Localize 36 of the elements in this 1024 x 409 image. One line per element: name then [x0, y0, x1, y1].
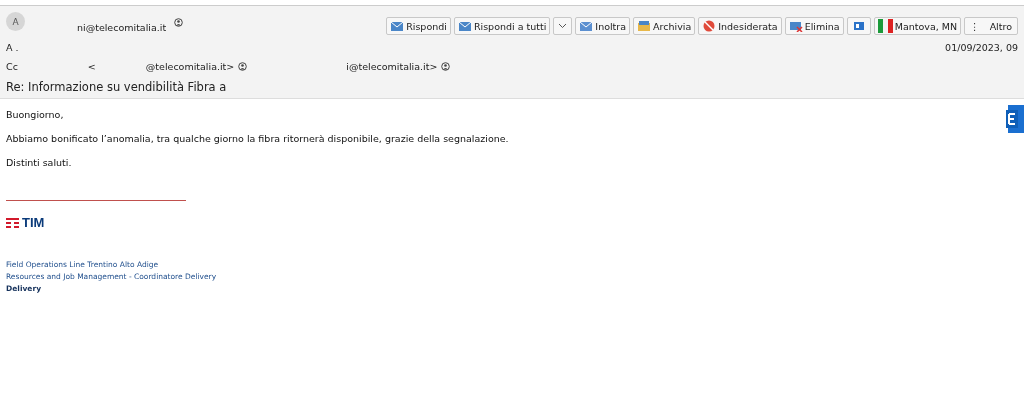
- junk-button[interactable]: Indesiderata: [698, 17, 782, 35]
- logo-text: TIM: [22, 215, 45, 230]
- cc-recipient[interactable]: i@telecomitalia.it>: [346, 61, 438, 72]
- reply-button[interactable]: Rispondi: [386, 17, 451, 35]
- to-label: A: [6, 42, 13, 53]
- reply-all-button[interactable]: Rispondi a tutti: [453, 17, 551, 35]
- archive-icon: [637, 20, 652, 32]
- message-date: 01/09/2023, 09: [945, 42, 1018, 53]
- exchange-icon[interactable]: [1006, 105, 1024, 133]
- email-subject: Re: Informazione su vendibilità Fibra a: [6, 80, 227, 94]
- delete-button[interactable]: Elimina: [784, 17, 844, 35]
- avatar: A: [6, 12, 25, 31]
- envelope-icon: [390, 20, 405, 32]
- forward-button[interactable]: Inoltra: [575, 17, 631, 35]
- person-icon[interactable]: [174, 18, 184, 27]
- flag-button[interactable]: Mantova, MN: [873, 17, 962, 35]
- outlook-button[interactable]: [846, 17, 871, 35]
- body-paragraph: Buongiorno,: [6, 109, 65, 120]
- blocked-icon: [702, 20, 717, 32]
- more-button[interactable]: ⋮ Altro: [964, 17, 1018, 35]
- body-paragraph: Distinti saluti.: [6, 157, 73, 168]
- cc-recipient[interactable]: <: [87, 61, 96, 72]
- envelope-icon: [457, 20, 472, 32]
- cc-recipient[interactable]: @telecomitalia.it>: [145, 61, 235, 72]
- caret-icon: [558, 23, 568, 29]
- cc-label: Cc: [6, 61, 18, 72]
- envelope-icon: [579, 20, 594, 32]
- envelope-delete-icon: [788, 20, 803, 32]
- person-icon[interactable]: [238, 62, 248, 71]
- body-paragraph: Abbiamo bonificato l’anomalia, tra qualche giorno la fibra ritornerà disponibile, grazie della segnalazione.: [6, 133, 510, 144]
- archive-button[interactable]: Archivia: [633, 17, 696, 35]
- to-recipient[interactable]: .: [15, 42, 19, 53]
- sender-email: ni@telecomitalia.it: [77, 22, 167, 33]
- stripes-icon: [6, 217, 19, 228]
- person-icon[interactable]: [441, 62, 451, 71]
- italy-flag-icon: [877, 19, 893, 33]
